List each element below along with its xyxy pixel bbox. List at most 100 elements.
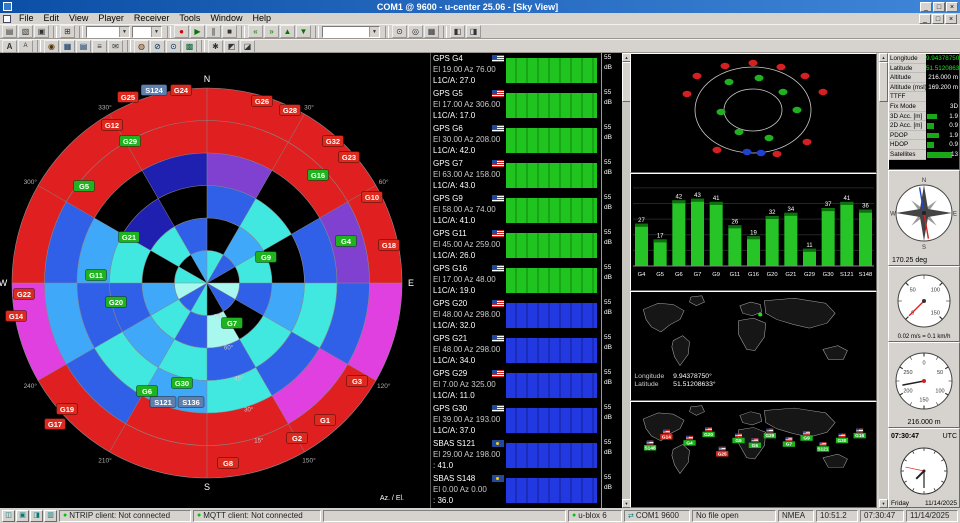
sky-view-button[interactable]: ⊙ bbox=[166, 40, 181, 53]
info-value: 216.000 m bbox=[926, 73, 959, 83]
grid-toggle-button[interactable]: ▦ bbox=[424, 25, 439, 38]
menu-item-help[interactable]: Help bbox=[247, 13, 276, 24]
satellite-entry: GPS G5El 17.00 Az 306.00L1C/A: 17.055dB bbox=[431, 88, 622, 123]
scrollbar-thumb[interactable] bbox=[879, 62, 888, 102]
dock-toggle-2-button[interactable]: ▣ bbox=[16, 510, 29, 522]
satellite-list-scrollbar[interactable]: ▲ ▼ bbox=[622, 53, 630, 508]
dock-toggle-1-button[interactable]: ◫ bbox=[2, 510, 15, 522]
chevron-down-icon[interactable]: ▼ bbox=[151, 27, 161, 37]
mdi-restore-button[interactable]: □ bbox=[932, 14, 944, 24]
us-flag-icon bbox=[492, 405, 504, 412]
status-text: 11/14/2025 bbox=[910, 511, 949, 520]
generation-combo[interactable]: ▼ bbox=[86, 26, 130, 38]
close-button[interactable]: × bbox=[946, 2, 958, 12]
constellation-satellite-dot bbox=[735, 129, 744, 135]
chevron-down-icon[interactable]: ▼ bbox=[119, 27, 129, 37]
eu-flag-icon bbox=[492, 475, 504, 482]
configuration-button[interactable]: ✱ bbox=[208, 40, 223, 53]
menu-item-view[interactable]: View bbox=[64, 13, 93, 24]
status-bar: ◫▣◨▥ ●NTRIP client: Not connected●MQTT c… bbox=[0, 508, 960, 523]
toolbar-separator bbox=[127, 40, 131, 52]
menu-item-file[interactable]: File bbox=[14, 13, 39, 24]
scroll-down-icon[interactable]: ▼ bbox=[879, 499, 888, 508]
scale-unit-label: dB bbox=[604, 133, 622, 143]
us-flag-icon bbox=[492, 265, 504, 272]
scale-max-label: 55 bbox=[604, 298, 622, 308]
message-inspector-button[interactable]: ✉ bbox=[108, 40, 123, 53]
menu-item-receiver[interactable]: Receiver bbox=[129, 13, 175, 24]
packet-console-button[interactable]: ▤ bbox=[76, 40, 91, 53]
maximize-button[interactable]: □ bbox=[933, 2, 945, 12]
mdi-close-button[interactable]: × bbox=[945, 14, 957, 24]
save-file-button[interactable]: ▣ bbox=[34, 25, 49, 38]
record-button[interactable]: ● bbox=[174, 25, 189, 38]
jump-start-button[interactable]: ▲ bbox=[280, 25, 295, 38]
info-label: 2D Acc. [m] bbox=[889, 121, 926, 131]
info-label: TTFF bbox=[889, 92, 926, 102]
bar-category-label: G29 bbox=[804, 272, 815, 278]
scroll-up-icon[interactable]: ▲ bbox=[622, 53, 630, 62]
scroll-up-icon[interactable]: ▲ bbox=[879, 53, 888, 62]
dock-left-button[interactable]: ◧ bbox=[450, 25, 465, 38]
step-backward-button[interactable]: « bbox=[248, 25, 263, 38]
elevation-label: 15° bbox=[254, 438, 264, 444]
new-file-button[interactable]: ▤ bbox=[2, 25, 17, 38]
playback-speed-combo[interactable]: ▼ bbox=[322, 26, 380, 38]
messages-view-button[interactable]: ▦ bbox=[60, 40, 75, 53]
deviation-map-button[interactable]: ⊘ bbox=[150, 40, 165, 53]
pause-button[interactable]: ∥ bbox=[206, 25, 221, 38]
svg-text:100: 100 bbox=[931, 288, 940, 294]
baudrate-combo[interactable]: ▼ bbox=[132, 26, 162, 38]
map-coordinate-value: 51.51208633° bbox=[673, 380, 716, 388]
text-console-button[interactable]: ≡ bbox=[92, 40, 107, 53]
stop-button[interactable]: ■ bbox=[222, 25, 237, 38]
open-file-button[interactable]: ▧ bbox=[18, 25, 33, 38]
svg-text:G8: G8 bbox=[223, 459, 233, 468]
bar-category-label: G4 bbox=[638, 272, 647, 278]
dock-toggle-4-button[interactable]: ▥ bbox=[44, 510, 57, 522]
autocenter-button[interactable]: ⊙ bbox=[392, 25, 407, 38]
map-view-button[interactable]: ▩ bbox=[182, 40, 197, 53]
status-message-counter: 10:51.2 bbox=[816, 510, 858, 522]
docking-button[interactable]: ◩ bbox=[224, 40, 239, 53]
jump-end-button[interactable]: ▼ bbox=[296, 25, 311, 38]
dock-toggle-3-button[interactable]: ◨ bbox=[30, 510, 43, 522]
print-button[interactable]: ⊞ bbox=[60, 25, 75, 38]
azimuth-elevation-label: Az. / El. bbox=[380, 495, 404, 502]
info-row: 2D Acc. [m]0.9 bbox=[889, 121, 959, 131]
scale-unit-label: dB bbox=[604, 63, 622, 73]
play-button[interactable]: ▶ bbox=[190, 25, 205, 38]
chevron-down-icon[interactable]: ▼ bbox=[369, 27, 379, 37]
scale-unit-label: dB bbox=[604, 203, 622, 213]
menu-item-window[interactable]: Window bbox=[205, 13, 247, 24]
satellite-signal-value: L1C/A: 11.0 bbox=[433, 390, 506, 401]
menu-item-tools[interactable]: Tools bbox=[174, 13, 205, 24]
menu-item-edit[interactable]: Edit bbox=[39, 13, 65, 24]
font-decrease-button[interactable]: A bbox=[18, 40, 33, 53]
step-forward-button[interactable]: » bbox=[264, 25, 279, 38]
toolbar-separator bbox=[53, 26, 57, 38]
bar-category-label: G5 bbox=[656, 272, 664, 278]
scroll-down-icon[interactable]: ▼ bbox=[622, 499, 630, 508]
elevation-label: 45° bbox=[234, 377, 244, 383]
bar-category-label: G21 bbox=[785, 272, 796, 278]
satellite-info: GPS G7El 63.00 Az 158.00L1C/A: 43.0 bbox=[431, 158, 506, 193]
title-bar: COM1 @ 9600 - u-center 25.06 - [Sky View… bbox=[0, 0, 960, 13]
snapshot-button[interactable]: ◉ bbox=[44, 40, 59, 53]
docked-views-scrollbar[interactable]: ▲ ▼ bbox=[879, 53, 888, 508]
scale-max-label: 55 bbox=[604, 158, 622, 168]
info-label: Satellites bbox=[889, 150, 926, 160]
signal-history-bar bbox=[506, 338, 597, 363]
font-increase-button[interactable]: A bbox=[2, 40, 17, 53]
menu-item-player[interactable]: Player bbox=[93, 13, 129, 24]
minimize-button[interactable]: _ bbox=[920, 2, 932, 12]
scale-unit-label: dB bbox=[604, 238, 622, 248]
db-scale: 55dB bbox=[601, 158, 622, 193]
satellite-elevation-azimuth: El 58.00 Az 74.00 bbox=[433, 204, 506, 215]
dock-right-button[interactable]: ◨ bbox=[466, 25, 481, 38]
mdi-minimize-button[interactable]: _ bbox=[919, 14, 931, 24]
scrollbar-thumb[interactable] bbox=[622, 62, 630, 102]
zoom-fit-button[interactable]: ◎ bbox=[408, 25, 423, 38]
chart-view-button[interactable]: ◍ bbox=[134, 40, 149, 53]
full-screen-button[interactable]: ◪ bbox=[240, 40, 255, 53]
